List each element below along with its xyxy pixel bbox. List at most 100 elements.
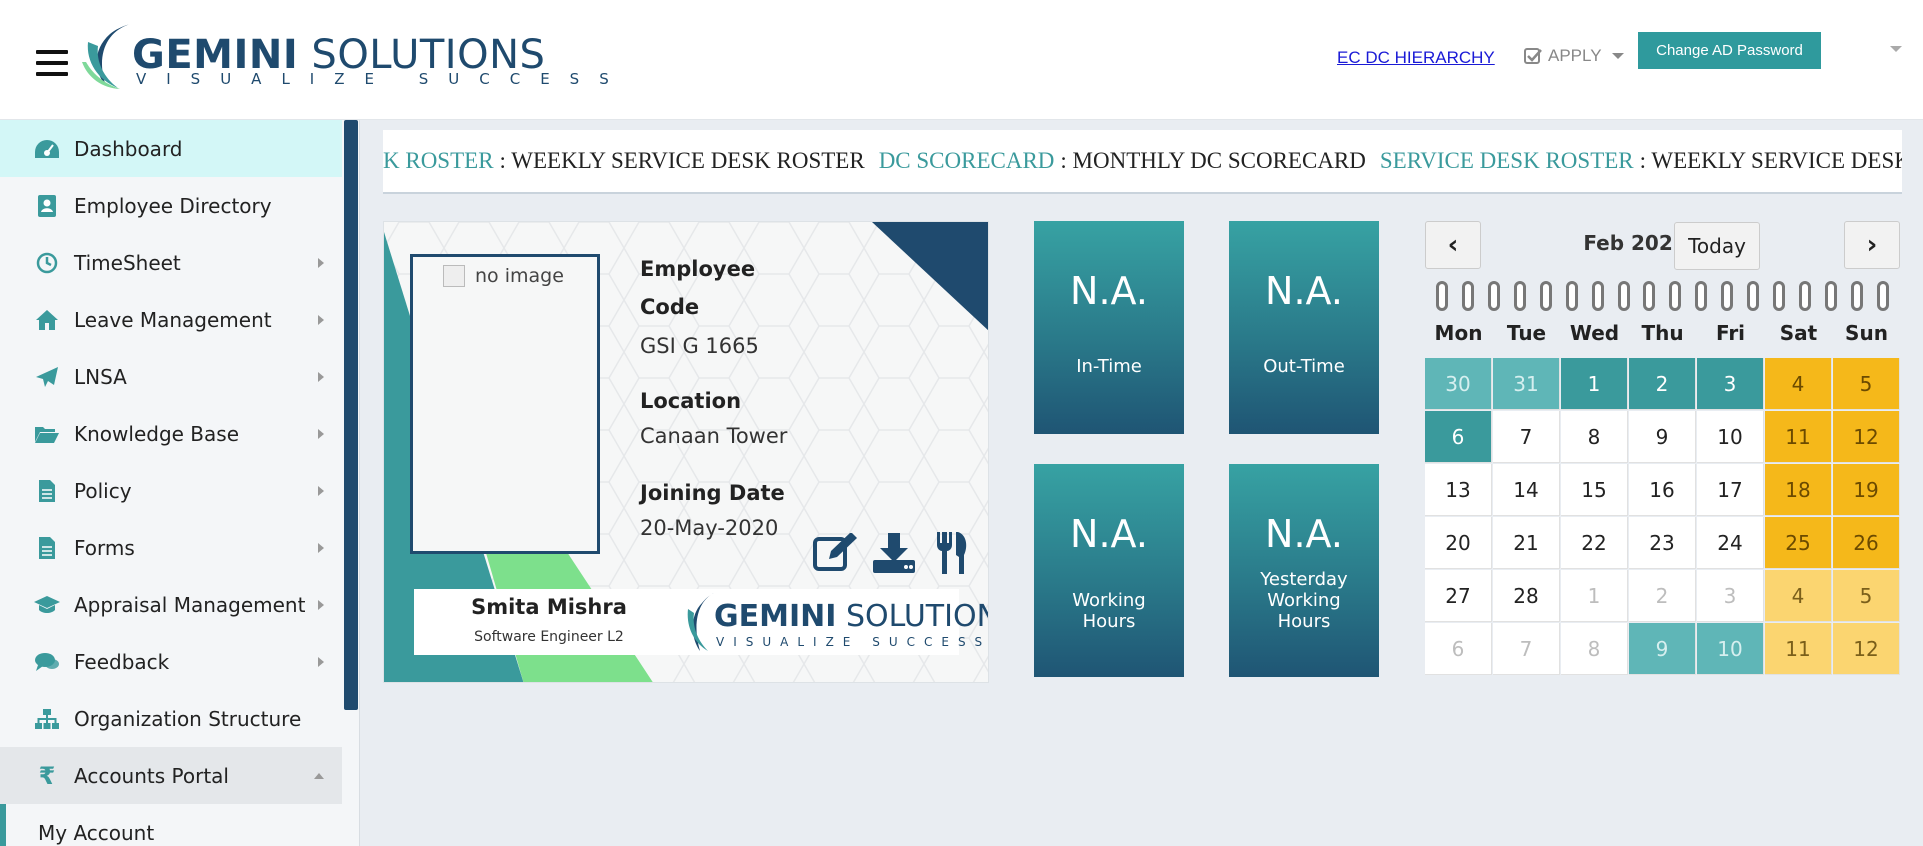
sidebar-item-feedback[interactable]: Feedback [0, 633, 342, 690]
calendar-day[interactable]: 8 [1561, 623, 1628, 675]
calendar-day[interactable]: 10 [1697, 623, 1764, 675]
chevron-right-icon [318, 600, 324, 610]
ticker-label[interactable]: SERVICE DESK ROSTER [1380, 148, 1634, 174]
calendar-day[interactable]: 2 [1629, 358, 1696, 410]
sidebar-item-appraisal-management[interactable]: Appraisal Management [0, 576, 342, 633]
calendar-day[interactable]: 11 [1765, 623, 1832, 675]
hamburger-menu-icon[interactable] [36, 50, 68, 76]
calendar-day[interactable]: 4 [1765, 570, 1832, 622]
user-menu-chevron-icon[interactable] [1890, 46, 1902, 52]
calendar-day[interactable]: 12 [1833, 411, 1900, 463]
calendar-day[interactable]: 11 [1765, 411, 1832, 463]
sidebar-item-timesheet[interactable]: TimeSheet [0, 234, 342, 291]
sidebar-item-knowledge-base[interactable]: Knowledge Base [0, 405, 342, 462]
calendar-day[interactable]: 17 [1697, 464, 1764, 516]
ticker-label[interactable]: K ROSTER [383, 148, 494, 174]
calendar-day[interactable]: 2 [1629, 570, 1696, 622]
calendar-day[interactable]: 31 [1493, 358, 1560, 410]
calendar-day[interactable]: 24 [1697, 517, 1764, 569]
sidebar-subitem-label: My Account [38, 820, 155, 845]
sidebar-item-label: Accounts Portal [74, 763, 229, 788]
sidebar-item-label: Employee Directory [74, 193, 272, 218]
download-icon[interactable] [870, 530, 918, 576]
calendar-day[interactable]: 7 [1493, 411, 1560, 463]
ticker-text: : MONTHLY DC SCORECARD [1060, 148, 1366, 173]
calendar-day[interactable]: 3 [1697, 358, 1764, 410]
sidebar-item-label: Knowledge Base [74, 421, 239, 446]
sidebar-item-policy[interactable]: Policy [0, 462, 342, 519]
calendar-day[interactable]: 27 [1425, 570, 1492, 622]
calendar-day[interactable]: 18 [1765, 464, 1832, 516]
calendar-day[interactable]: 8 [1561, 411, 1628, 463]
calendar-day[interactable]: 1 [1561, 570, 1628, 622]
calendar-day[interactable]: 9 [1629, 411, 1696, 463]
change-ad-password-button[interactable]: Change AD Password [1638, 32, 1821, 69]
calendar-day[interactable]: 20 [1425, 517, 1492, 569]
calendar-day[interactable]: 25 [1765, 517, 1832, 569]
document-icon [32, 478, 62, 504]
contact-book-icon [32, 193, 62, 219]
calendar-day[interactable]: 9 [1629, 623, 1696, 675]
calendar-today-button[interactable]: Today [1674, 222, 1760, 270]
yesterday-working-hours-value: N.A. [1265, 512, 1343, 556]
calendar-day[interactable]: 5 [1833, 570, 1900, 622]
working-hours-value: N.A. [1070, 512, 1148, 556]
calendar-day[interactable]: 12 [1833, 623, 1900, 675]
photo-alt-text: no image [475, 265, 564, 287]
sidebar-item-employee-directory[interactable]: Employee Directory [0, 177, 342, 234]
ticker-label[interactable]: DC SCORECARD [879, 148, 1055, 174]
ec-dc-hierarchy-link[interactable]: EC DC HIERARCHY [1337, 48, 1495, 68]
calendar-day[interactable]: 4 [1765, 358, 1832, 410]
calendar: ‹ Feb 2023 Today › Mon Tue Wed Thu Fri S… [1425, 221, 1900, 679]
sidebar-item-lnsa[interactable]: LNSA [0, 348, 342, 405]
calendar-day[interactable]: 16 [1629, 464, 1696, 516]
calendar-day[interactable]: 19 [1833, 464, 1900, 516]
calendar-day[interactable]: 5 [1833, 358, 1900, 410]
calendar-day[interactable]: 26 [1833, 517, 1900, 569]
working-hours-tile: N.A. Working Hours [1034, 464, 1184, 677]
calendar-day[interactable]: 21 [1493, 517, 1560, 569]
calendar-day[interactable]: 3 [1697, 570, 1764, 622]
calendar-day[interactable]: 22 [1561, 517, 1628, 569]
calendar-day[interactable]: 30 [1425, 358, 1492, 410]
apply-dropdown[interactable]: APPLY [1524, 46, 1624, 66]
sidebar-item-leave-management[interactable]: Leave Management [0, 291, 342, 348]
calendar-day[interactable]: 23 [1629, 517, 1696, 569]
calendar-day[interactable]: 13 [1425, 464, 1492, 516]
sidebar-item-label: Policy [74, 478, 132, 503]
sidebar-item-organization-structure[interactable]: Organization Structure [0, 690, 342, 747]
weekday-header: Tue [1506, 321, 1547, 345]
ticker-text: : WEEKLY SERVICE DESK ROSTER [1639, 148, 1902, 173]
sidebar-item-forms[interactable]: Forms [0, 519, 342, 576]
yesterday-working-hours-label: Yesterday Working Hours [1260, 569, 1348, 632]
location-value: Canaan Tower [640, 424, 788, 448]
weekday-header: Mon [1434, 321, 1483, 345]
weekday-header: Wed [1569, 321, 1620, 345]
calendar-prev-button[interactable]: ‹ [1425, 221, 1481, 269]
gemini-logo[interactable]: GEMINI SOLUTIONS VISUALIZE SUCCESS [80, 22, 609, 90]
leaf-logo-icon [687, 593, 714, 651]
calendar-day[interactable]: 1 [1561, 358, 1628, 410]
cutlery-icon[interactable] [928, 530, 976, 576]
calendar-day[interactable]: 14 [1493, 464, 1560, 516]
calendar-day[interactable]: 6 [1425, 623, 1492, 675]
sidebar-item-accounts-portal[interactable]: ₹ Accounts Portal [0, 747, 342, 804]
weekday-header: Thu [1641, 321, 1684, 345]
calendar-day[interactable]: 6 [1425, 411, 1492, 463]
sidebar-item-dashboard[interactable]: Dashboard [0, 120, 342, 177]
sidebar-subitem-my-account[interactable]: My Account [0, 804, 342, 846]
edit-icon[interactable] [812, 530, 860, 576]
sidebar-item-label: Organization Structure [74, 706, 302, 731]
ticker-text: : WEEKLY SERVICE DESK ROSTER [499, 148, 865, 173]
calendar-day[interactable]: 15 [1561, 464, 1628, 516]
calendar-day[interactable]: 10 [1697, 411, 1764, 463]
calendar-next-button[interactable]: › [1844, 221, 1900, 269]
calendar-day[interactable]: 28 [1493, 570, 1560, 622]
sidebar-item-label: Dashboard [74, 136, 183, 161]
announcement-ticker[interactable]: K ROSTER : WEEKLY SERVICE DESK ROSTER DC… [383, 130, 1902, 194]
chevron-down-icon [1611, 53, 1624, 59]
sidebar-scrollbar[interactable] [344, 120, 358, 710]
card-actions [812, 530, 976, 576]
calendar-day[interactable]: 7 [1493, 623, 1560, 675]
apply-label: APPLY [1548, 46, 1602, 65]
